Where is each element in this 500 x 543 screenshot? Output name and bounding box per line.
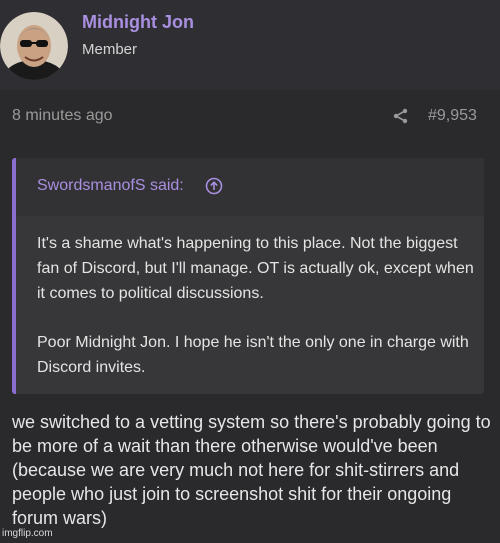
post-number[interactable]: #9,953 xyxy=(428,107,477,125)
quote-author[interactable]: SwordsmanofS said: xyxy=(37,177,184,195)
watermark: imgflip.com xyxy=(2,528,53,539)
post-timestamp[interactable]: 8 minutes ago xyxy=(12,107,113,125)
quote-header: SwordsmanofS said: xyxy=(16,158,484,216)
quote-paragraph: It's a shame what's happening to this pl… xyxy=(37,235,474,302)
user-title: Member xyxy=(82,41,138,58)
post-user-header: Midnight Jon Member xyxy=(0,0,500,90)
quote-paragraph: Poor Midnight Jon. I hope he isn't the o… xyxy=(37,334,469,376)
arrow-up-circle-icon[interactable] xyxy=(205,177,223,195)
avatar[interactable] xyxy=(0,12,68,80)
username[interactable]: Midnight Jon xyxy=(82,12,194,33)
share-icon[interactable] xyxy=(392,107,410,125)
quote-block: SwordsmanofS said: It's a shame what's h… xyxy=(12,158,484,394)
post-meta: 8 minutes ago #9,953 xyxy=(0,90,500,145)
post-body: we switched to a vetting system so there… xyxy=(12,412,491,528)
